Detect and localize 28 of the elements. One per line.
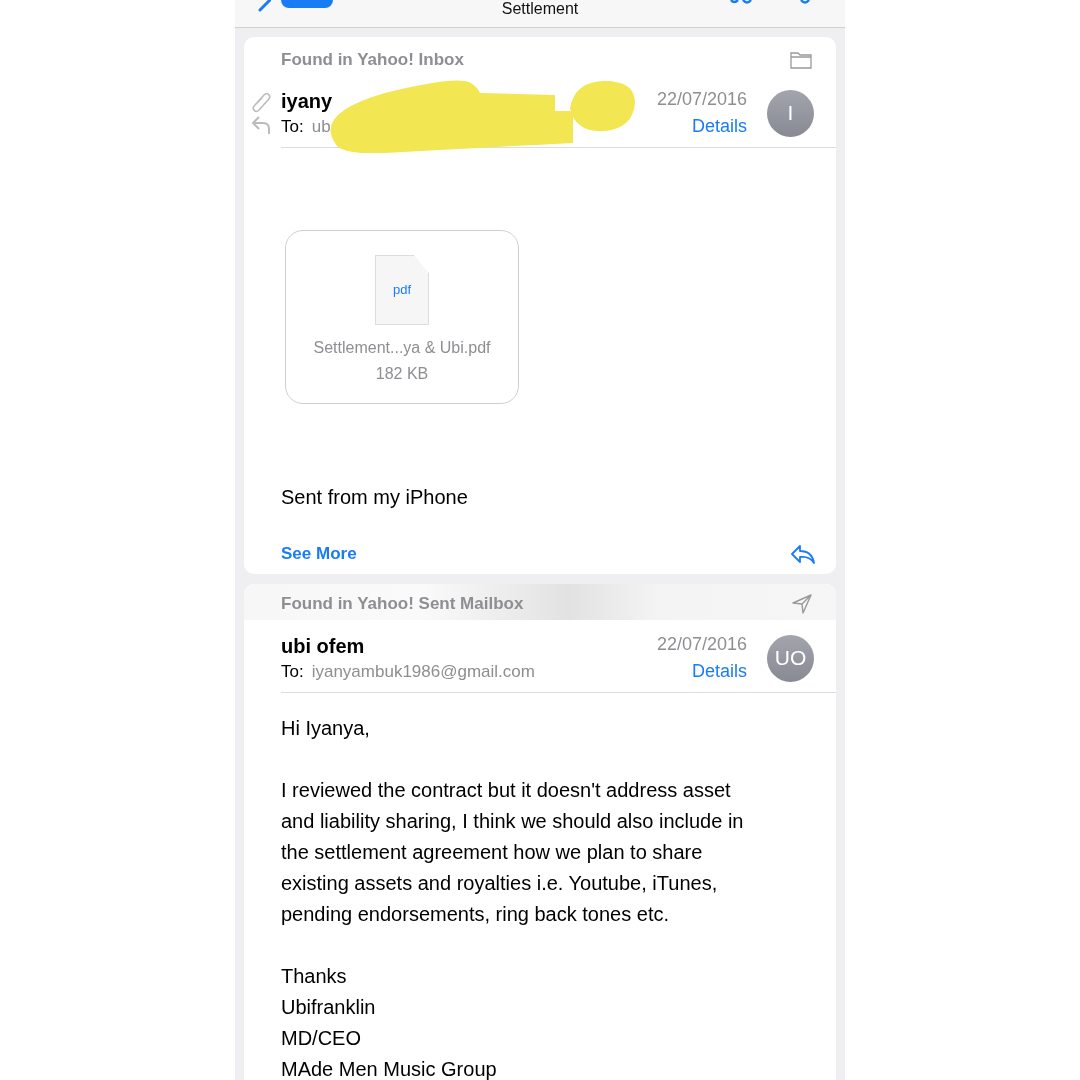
message-text: Thanks Ubifranklin MD/CEO MAde Men Music Group: [281, 964, 498, 1080]
mailbox-label: Found in Yahoo! Inbox: [281, 50, 464, 70]
to-label: To:: [281, 116, 304, 136]
avatar: I: [767, 89, 814, 137]
message-date: 22/07/2016: [656, 89, 747, 110]
back-chevron-icon[interactable]: [257, 0, 271, 12]
attachment-tile[interactable]: pdf Settlement...ya & Ubi.pdf 182 KB: [285, 230, 519, 404]
attachment-size: 182 KB: [375, 365, 429, 383]
message-text: Hi Iyanya,: [281, 716, 371, 741]
sender-name: ubi ofem: [281, 634, 366, 658]
message-date: 22/07/2016: [656, 634, 747, 655]
avatar: UO: [767, 634, 814, 682]
message-text: I reviewed the contract but it doesn't address asset and liability sharing, I think we should also include in the settlement agreement how we plan to share existing assets and royalties i.e. Youtube, iTunes, pending endorsements, ring back tones etc.: [281, 778, 745, 927]
details-link[interactable]: Details: [656, 116, 747, 137]
message-text: Sent from my iPhone: [281, 485, 469, 510]
document-icon: pdf: [375, 255, 429, 325]
folder-icon: [790, 51, 812, 69]
send-icon: [792, 594, 812, 614]
sender-name: iyany: [281, 89, 334, 113]
details-link[interactable]: Details: [656, 661, 747, 682]
see-more-link[interactable]: See More: [281, 544, 357, 564]
mailbox-label: Found in Yahoo! Sent Mailbox: [281, 594, 524, 614]
recipient-address: iyanyambuk1986@gmail.com: [311, 661, 535, 681]
window-title: Settlement: [501, 0, 579, 19]
reply-icon[interactable]: [790, 544, 816, 564]
attachment-name: Settlement...ya & Ubi.pdf: [313, 339, 491, 357]
to-label: To:: [281, 661, 304, 681]
recipient-address: ub: [311, 116, 331, 136]
